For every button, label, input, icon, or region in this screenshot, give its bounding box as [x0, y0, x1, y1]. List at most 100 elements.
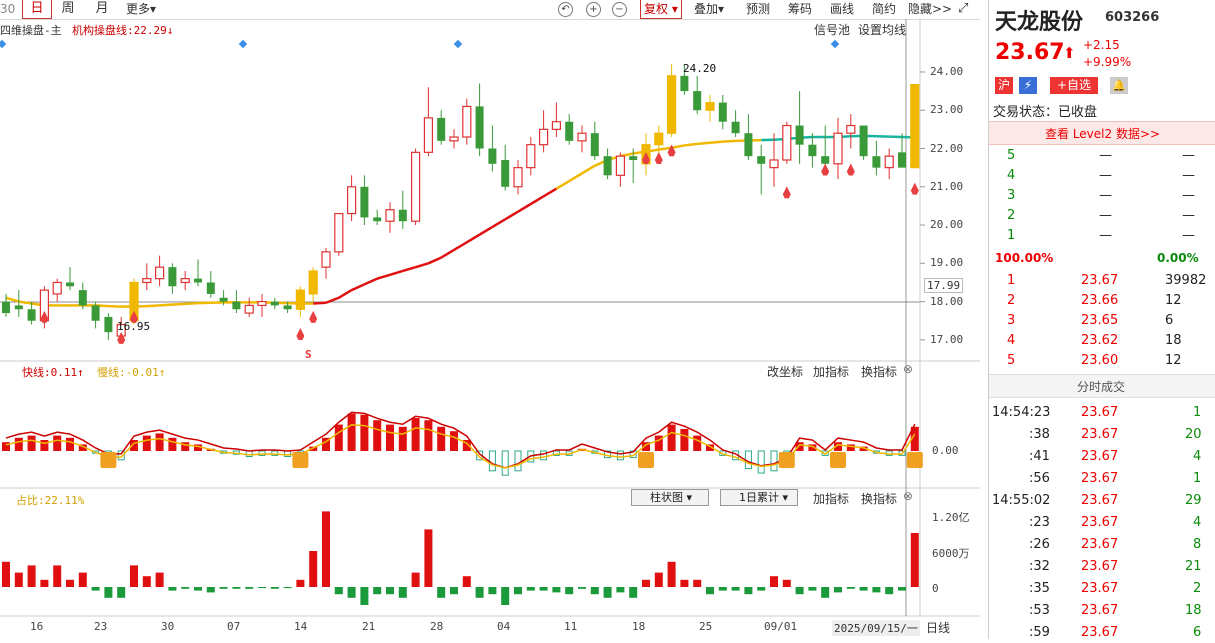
- buy-row-3-cell-0: 3: [1007, 313, 1015, 328]
- fuquan-button[interactable]: 复权 ▾: [640, 0, 682, 19]
- candle-body-19: [245, 305, 253, 313]
- candle-body-53: [680, 76, 688, 91]
- candle-body-68: [872, 156, 880, 167]
- tab-month[interactable]: 月: [88, 0, 116, 18]
- zoom-in-icon[interactable]: +: [586, 2, 601, 17]
- vol-bar-40: [514, 587, 522, 594]
- vol-bar-65: [834, 587, 842, 592]
- set-ma-button[interactable]: 设置均线: [858, 21, 906, 38]
- level2-link[interactable]: 查看 Level2 数据>>: [1045, 125, 1160, 142]
- candle-body-48: [616, 156, 624, 175]
- macd-bar-48: [617, 451, 623, 460]
- candle-body-65: [834, 133, 842, 164]
- chouma-button[interactable]: 筹码: [788, 0, 812, 18]
- tick-row-9: :5323.6718: [989, 601, 1215, 621]
- buy-row-5-cell-2: 12: [1165, 353, 1182, 368]
- flash-icon[interactable]: ⚡: [1019, 77, 1037, 94]
- jianyue-button[interactable]: 简约: [872, 0, 896, 18]
- tab-day[interactable]: 日: [22, 0, 52, 19]
- add-watchlist-button[interactable]: +自选: [1050, 77, 1098, 94]
- more-menu[interactable]: 更多▾: [126, 0, 156, 18]
- tick-row-7-cell-2: 21: [1185, 559, 1202, 574]
- stock-name: 天龙股份: [995, 4, 1083, 36]
- hide-button[interactable]: 隐藏>>: [908, 0, 952, 18]
- rocket-icon-9: [821, 163, 829, 175]
- rocket-icon-10: [847, 163, 855, 175]
- tab-week[interactable]: 周: [54, 0, 82, 18]
- diejia-button[interactable]: 叠加▾: [694, 0, 724, 18]
- vol-add-indicator-button[interactable]: 加指标: [813, 490, 849, 507]
- bell-icon[interactable]: 🔔: [1110, 77, 1128, 94]
- x-tick-4: 14: [294, 620, 307, 633]
- ticks-header: 分时成交: [989, 374, 1215, 398]
- diejia-label: 叠加: [694, 2, 718, 16]
- vol-switch-indicator-button[interactable]: 换指标: [861, 490, 897, 507]
- up-arrow-icon: ⬆: [1063, 44, 1076, 62]
- trend-seg-46: [582, 166, 595, 174]
- vol-bar-3: [40, 580, 48, 587]
- candle-body-71: [911, 85, 919, 168]
- candle-body-51: [655, 133, 663, 144]
- trend-seg-40: [505, 212, 518, 220]
- vol-bar-31: [399, 587, 407, 598]
- fullscreen-icon[interactable]: ⤢: [958, 0, 968, 18]
- vol-bar-37: [476, 587, 484, 598]
- vol-bar-14: [181, 587, 189, 589]
- macd-bar-3: [40, 440, 48, 451]
- vol-bar-0: [2, 562, 10, 587]
- quote-panel: 天龙股份 603266 23.67 ⬆ +2.15 +9.99% 沪 ⚡ +自选…: [988, 0, 1215, 639]
- trend-seg-55: [697, 143, 710, 144]
- tick-row-5-cell-0: :23: [1029, 515, 1050, 530]
- signal-pool-button[interactable]: 信号池: [814, 21, 850, 38]
- vol-bar-21: [271, 587, 279, 589]
- undo-icon[interactable]: ↶: [558, 2, 573, 17]
- change-coord-button[interactable]: 改坐标: [767, 363, 803, 380]
- tick-row-5-cell-2: 4: [1193, 515, 1201, 530]
- x-tick-11: 09/01: [764, 620, 797, 633]
- candle-body-1: [15, 305, 23, 309]
- candle-body-34: [437, 118, 445, 141]
- trend-seg-13: [160, 305, 173, 306]
- zoom-out-icon[interactable]: −: [612, 2, 627, 17]
- tick-row-4-cell-1: 23.67: [1081, 493, 1118, 508]
- chart-type-dropdown[interactable]: 柱状图 ▾: [631, 489, 709, 506]
- macd-add-indicator-button[interactable]: 加指标: [813, 363, 849, 380]
- vol-bar-23: [296, 580, 304, 587]
- level2-banner[interactable]: 查看 Level2 数据>>: [989, 121, 1215, 145]
- vol-bar-12: [156, 573, 164, 587]
- huaxian-button[interactable]: 画线: [830, 0, 854, 18]
- buy-row-2: 223.6612: [989, 291, 1215, 311]
- tick-row-1-cell-0: :38: [1029, 427, 1050, 442]
- sell-row-1-cell-1: —: [1099, 228, 1112, 243]
- vol-close-icon[interactable]: ⊗: [903, 489, 913, 503]
- buy-ratio: 100.00%: [995, 251, 1053, 265]
- macd-close-icon[interactable]: ⊗: [903, 362, 913, 376]
- vol-bar-24: [309, 551, 317, 587]
- tick-row-10-cell-0: :59: [1029, 625, 1050, 640]
- vol-bar-54: [693, 580, 701, 587]
- tick-row-10: :5923.676: [989, 623, 1215, 643]
- candle-body-28: [360, 187, 368, 218]
- vol-bar-50: [642, 580, 650, 587]
- vol-bar-10: [130, 565, 138, 587]
- period-label[interactable]: 日线: [926, 619, 950, 636]
- macd-switch-indicator-button[interactable]: 换指标: [861, 363, 897, 380]
- candle-body-29: [373, 217, 381, 221]
- vol-y-tick-3: 0: [932, 582, 939, 595]
- candle-body-52: [668, 76, 676, 133]
- buy-row-4-cell-2: 18: [1165, 333, 1182, 348]
- candle-body-47: [604, 156, 612, 175]
- trend-seg-53: [672, 145, 685, 147]
- sell-row-5-cell-1: —: [1099, 148, 1112, 163]
- x-tick-7: 04: [497, 620, 510, 633]
- diamond-marker-0: [0, 40, 6, 48]
- sell-row-1-cell-2: —: [1182, 228, 1195, 243]
- accumulate-dropdown[interactable]: 1日累计 ▾: [720, 489, 798, 506]
- macd-layer: [2, 412, 923, 475]
- vol-bar-17: [220, 587, 228, 589]
- yuce-button[interactable]: 预测: [746, 0, 770, 18]
- tick-row-7-cell-1: 23.67: [1081, 559, 1118, 574]
- candle-body-70: [898, 152, 906, 167]
- tick-row-10-cell-1: 23.67: [1081, 625, 1118, 640]
- vol-bar-59: [757, 587, 765, 591]
